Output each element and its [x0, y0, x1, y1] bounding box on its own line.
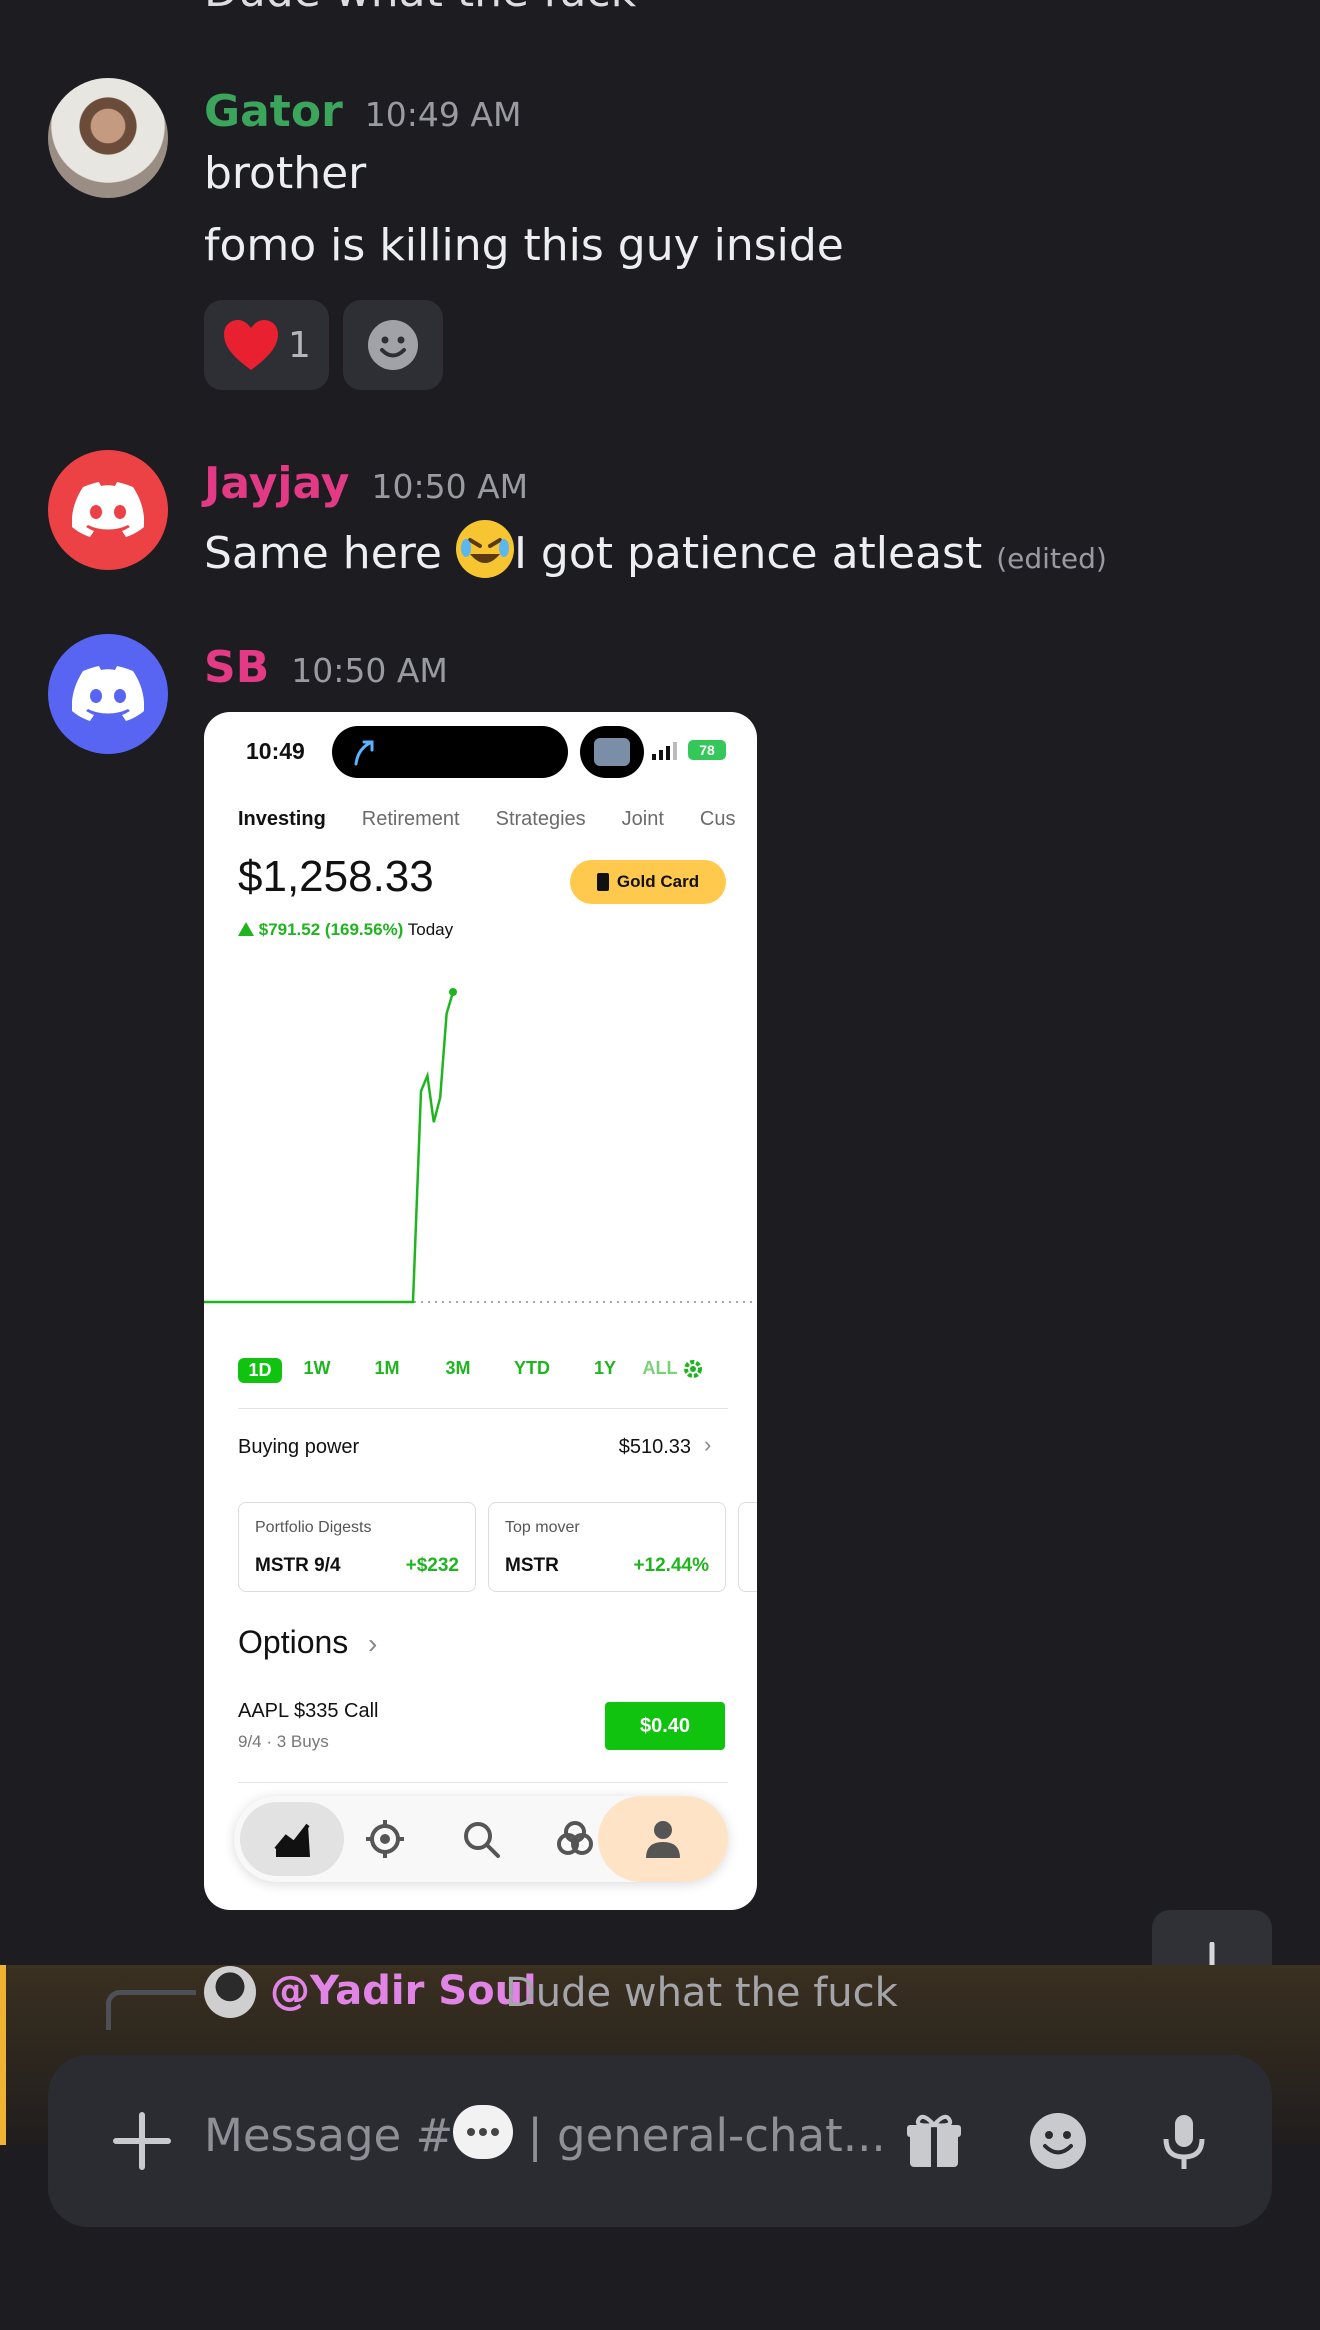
- avatar[interactable]: [48, 450, 168, 570]
- message-text: brother: [204, 148, 367, 199]
- timestamp: 10:50 AM: [371, 467, 529, 506]
- emoji-icon: [367, 320, 418, 370]
- portfolio-balance: $1,258.33: [238, 852, 434, 901]
- card-icon: [596, 873, 609, 891]
- nav-home[interactable]: [240, 1802, 344, 1876]
- signal-icon: [652, 742, 677, 760]
- daily-change: $791.52 (169.56%) Today: [238, 920, 453, 940]
- tab-strategies[interactable]: Strategies: [496, 808, 586, 831]
- option-details: 9/4 · 3 Buys: [238, 1732, 329, 1751]
- top-mover-card[interactable]: Top mover MSTR +12.44%: [488, 1502, 726, 1592]
- chevron-right-icon: ›: [704, 1432, 712, 1457]
- tab-custodial[interactable]: Cus: [700, 808, 736, 831]
- range-1m[interactable]: 1M: [352, 1358, 422, 1383]
- plus-icon[interactable]: [106, 2105, 178, 2177]
- next-card[interactable]: [738, 1502, 757, 1592]
- add-reaction-button[interactable]: [342, 300, 443, 390]
- reply-text[interactable]: Dude what the fuck: [505, 1970, 898, 2016]
- divider: [238, 1782, 728, 1783]
- tab-joint[interactable]: Joint: [622, 808, 664, 831]
- chart-current-point: [449, 988, 457, 996]
- bottom-nav: [234, 1796, 728, 1882]
- message-text: fomo is killing this guy inside: [204, 220, 844, 271]
- options-heading[interactable]: Options: [238, 1624, 348, 1661]
- tab-retirement[interactable]: Retirement: [362, 808, 460, 831]
- portfolio-digests-card[interactable]: Portfolio Digests MSTR 9/4 +$232: [238, 1502, 476, 1592]
- message-text: Dude what the fuck: [204, 0, 636, 17]
- timestamp: 10:50 AM: [291, 651, 448, 690]
- avatar[interactable]: [48, 78, 168, 198]
- username[interactable]: SB: [204, 642, 269, 693]
- range-3m[interactable]: 3M: [422, 1358, 494, 1383]
- chart-series-line: [204, 991, 455, 1304]
- discord-logo-icon: [72, 482, 144, 537]
- buying-power-value: $510.33: [618, 1436, 691, 1458]
- buying-power-label[interactable]: Buying power: [238, 1436, 359, 1459]
- microphone-icon[interactable]: [1154, 2111, 1214, 2171]
- network-icon[interactable]: [554, 1818, 596, 1860]
- tab-investing[interactable]: Investing: [238, 808, 326, 831]
- triangle-up-icon: [238, 922, 254, 936]
- partial-message: Dude what the fuck: [0, 0, 1320, 17]
- option-name[interactable]: AAPL $335 Call: [238, 1700, 378, 1723]
- range-selector: 1D 1W 1M 3M YTD 1Y ALL: [238, 1358, 704, 1383]
- person-icon: [646, 1821, 680, 1858]
- arrow-icon: [354, 740, 374, 766]
- search-icon[interactable]: [460, 1818, 502, 1860]
- option-price-button[interactable]: $0.40: [605, 1702, 725, 1750]
- gear-icon[interactable]: [682, 1358, 704, 1380]
- status-time: 10:49: [246, 738, 305, 764]
- chevron-right-icon: ›: [368, 1628, 378, 1659]
- battery-indicator: 78: [688, 740, 726, 760]
- chart-icon: [274, 1823, 310, 1857]
- edited-label: (edited): [996, 542, 1107, 575]
- range-ytd[interactable]: YTD: [494, 1358, 570, 1383]
- timestamp: 10:49 AM: [364, 95, 522, 134]
- emoji-icon[interactable]: [1028, 2111, 1088, 2171]
- speech-bubble-icon: [453, 2105, 514, 2159]
- message-composer: Message # | general-chat...: [48, 2055, 1272, 2227]
- rolling-on-floor-laughing-icon: [455, 520, 514, 578]
- avatar[interactable]: [204, 1966, 256, 2018]
- range-1y[interactable]: 1Y: [570, 1358, 640, 1383]
- message-input[interactable]: Message # | general-chat...: [204, 2105, 886, 2162]
- account-tabs: Investing Retirement Strategies Joint Cu…: [238, 808, 736, 831]
- discord-logo-icon: [72, 666, 144, 721]
- gift-icon[interactable]: [904, 2111, 964, 2171]
- reply-connector: [106, 1990, 196, 2030]
- dynamic-island: [332, 726, 568, 778]
- nav-account[interactable]: [598, 1796, 728, 1882]
- live-activity: [580, 726, 644, 778]
- gold-card-button[interactable]: Gold Card: [570, 860, 726, 904]
- message-text: Same here I got patience atleast (edited…: [204, 520, 1107, 579]
- range-1d[interactable]: 1D: [238, 1358, 282, 1383]
- username[interactable]: Jayjay: [204, 458, 350, 509]
- avatar[interactable]: [48, 634, 168, 754]
- reaction-count: 1: [288, 324, 311, 366]
- heart-icon: [224, 320, 278, 370]
- range-1w[interactable]: 1W: [282, 1358, 352, 1383]
- image-attachment[interactable]: 10:49 78 Investing Retirement Strategies…: [204, 712, 757, 1910]
- portfolio-chart[interactable]: [204, 962, 757, 1342]
- reply-username[interactable]: @Yadir Soul: [270, 1968, 537, 2014]
- reaction-heart[interactable]: 1: [204, 300, 329, 390]
- divider: [238, 1408, 728, 1409]
- crypto-icon[interactable]: [364, 1818, 406, 1860]
- username[interactable]: Gator: [204, 86, 343, 137]
- range-all[interactable]: ALL: [640, 1358, 680, 1383]
